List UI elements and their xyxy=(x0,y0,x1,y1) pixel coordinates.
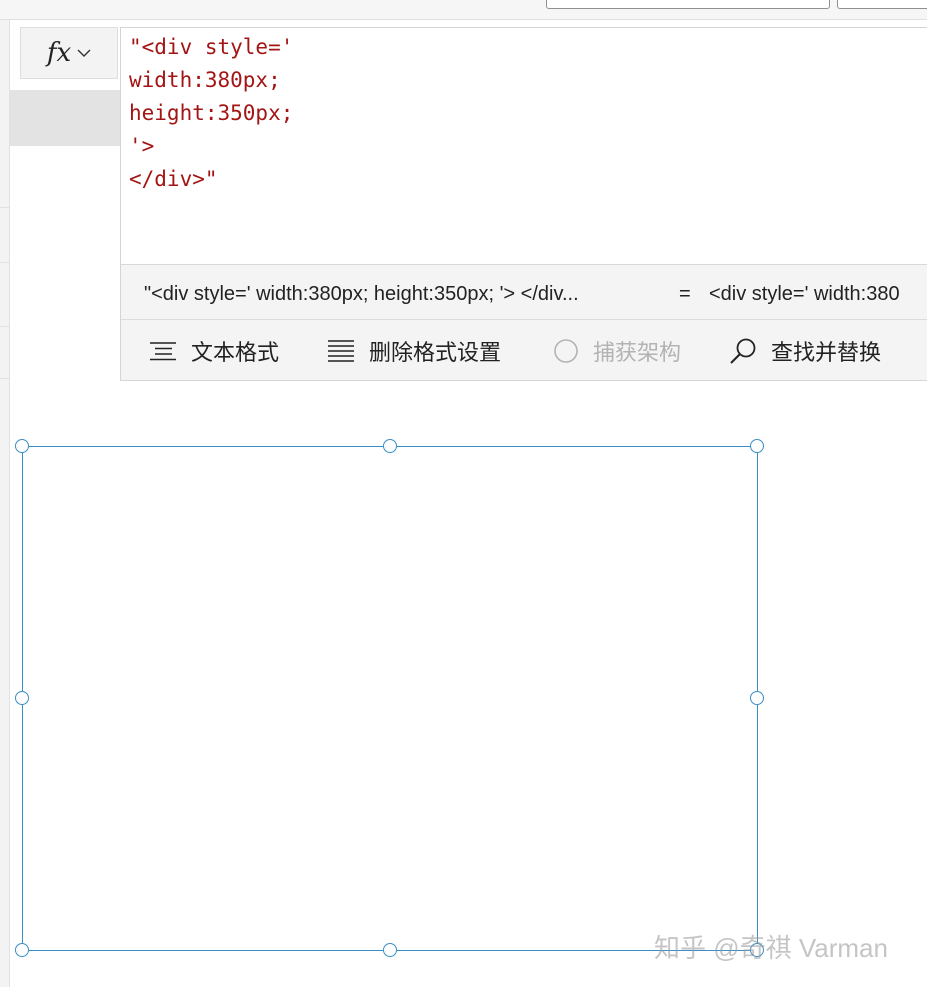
top-dropdown-field[interactable] xyxy=(546,0,830,9)
formula-preview-bar: "<div style=' width:380px; height:350px;… xyxy=(120,264,927,320)
gutter-divider xyxy=(0,207,9,208)
format-text-button[interactable]: 文本格式 xyxy=(149,334,279,368)
gutter-divider xyxy=(0,326,9,327)
left-gutter xyxy=(0,20,10,987)
find-replace-label: 查找并替换 xyxy=(771,340,882,365)
watermark: 知乎 @奇祺 Varman xyxy=(654,933,888,963)
remove-formatting-label: 删除格式设置 xyxy=(369,340,502,365)
search-icon xyxy=(729,337,757,365)
code-line: "<div style=' xyxy=(129,35,294,59)
resize-handle-left[interactable] xyxy=(15,691,29,705)
gutter-divider xyxy=(0,262,9,263)
preview-expression: "<div style=' width:380px; height:350px;… xyxy=(144,283,579,305)
resize-handle-top-left[interactable] xyxy=(15,439,29,453)
radio-circle-icon xyxy=(553,338,579,364)
code-line: '> xyxy=(129,134,155,158)
fx-function-button[interactable]: fx xyxy=(20,27,118,79)
formula-toolbar: 文本格式 删除格式设置 捕获架构 查找并替换 xyxy=(120,320,927,381)
chevron-down-icon xyxy=(77,49,91,58)
remove-formatting-button[interactable]: 删除格式设置 xyxy=(327,334,501,368)
resize-handle-top-right[interactable] xyxy=(750,439,764,453)
top-dropdown-field-secondary[interactable] xyxy=(837,0,927,9)
remove-formatting-icon xyxy=(327,339,355,363)
fx-label: fx xyxy=(46,38,72,68)
resize-handle-bottom[interactable] xyxy=(383,943,397,957)
property-panel-band xyxy=(10,90,120,146)
selected-control[interactable] xyxy=(15,439,764,957)
code-line: width:380px; xyxy=(129,68,281,92)
capture-schema-label: 捕获架构 xyxy=(593,340,682,365)
text-format-icon xyxy=(149,341,177,361)
code-line: </div>" xyxy=(129,167,218,191)
format-text-label: 文本格式 xyxy=(191,340,280,365)
resize-handle-bottom-left[interactable] xyxy=(15,943,29,957)
find-replace-button[interactable]: 查找并替换 xyxy=(729,334,881,368)
resize-handle-top[interactable] xyxy=(383,439,397,453)
gutter-divider xyxy=(0,378,9,379)
resize-handle-right[interactable] xyxy=(750,691,764,705)
preview-result: <div style=' width:380 xyxy=(709,283,900,305)
formula-editor[interactable]: "<div style=' width:380px; height:350px;… xyxy=(120,27,927,264)
capture-schema-button[interactable]: 捕获架构 xyxy=(553,334,681,368)
preview-equals: = xyxy=(679,283,691,305)
code-line: height:350px; xyxy=(129,101,294,125)
